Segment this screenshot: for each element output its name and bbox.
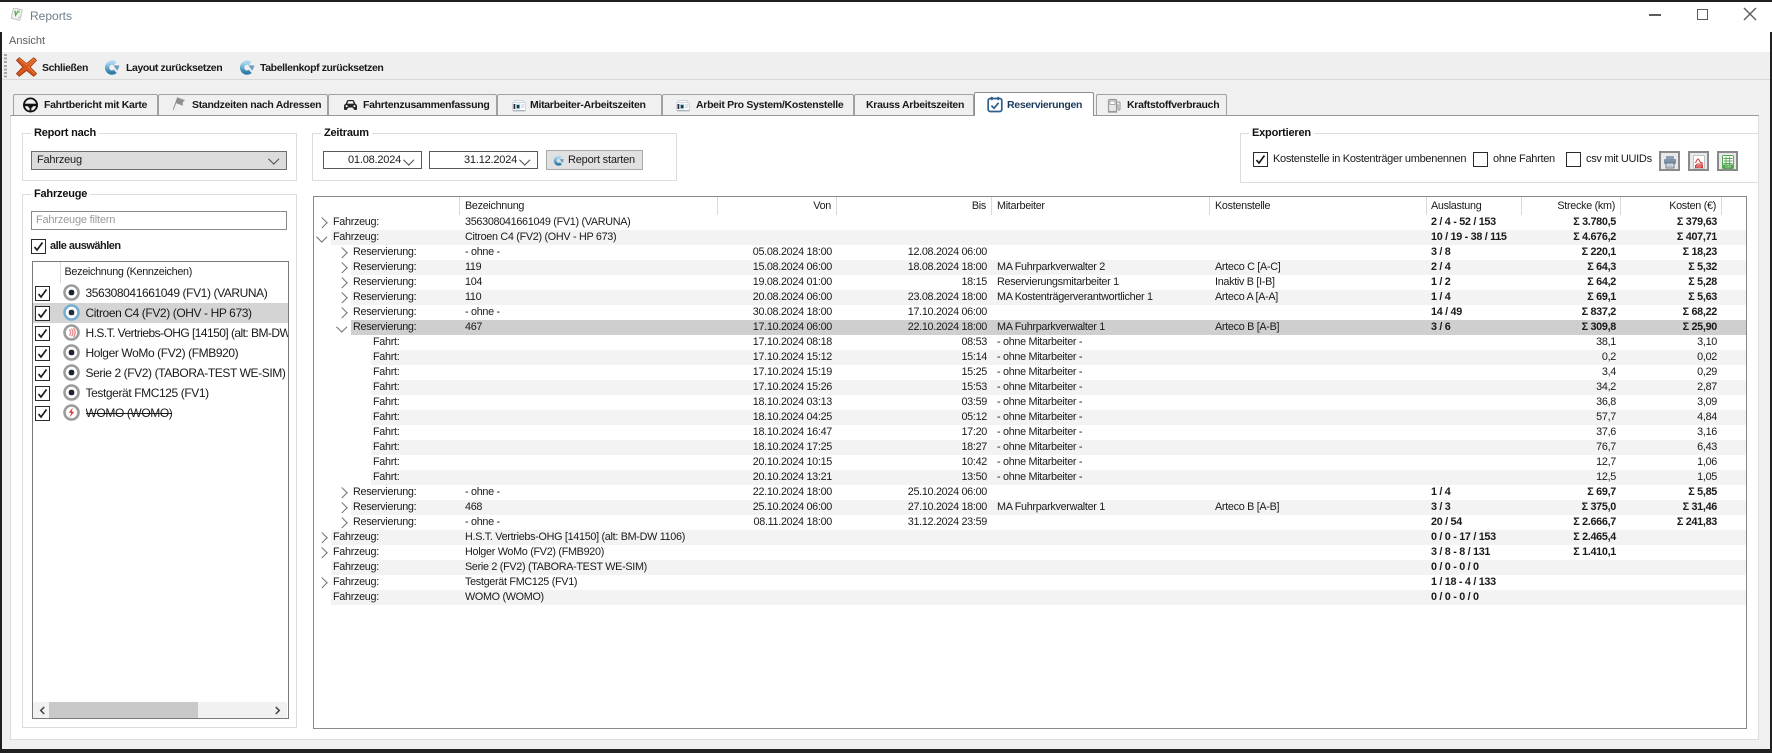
svg-text:PDF: PDF: [1696, 165, 1702, 169]
svg-text:CSV: CSV: [1725, 165, 1731, 169]
